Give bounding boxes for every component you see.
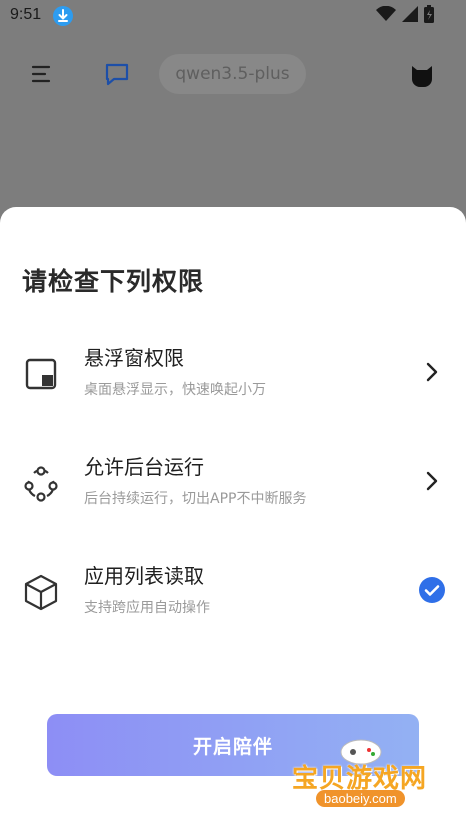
chevron-right-icon[interactable] [418, 467, 446, 495]
permission-item-floating-window[interactable]: 悬浮窗权限 桌面悬浮显示，快速唤起小万 [0, 342, 466, 422]
permission-description: 后台持续运行，切出APP不中断服务 [84, 491, 307, 507]
avatar-cat-icon[interactable] [408, 60, 436, 88]
permission-title: 悬浮窗权限 [84, 346, 184, 370]
permission-title: 应用列表读取 [84, 564, 204, 588]
permission-item-app-list[interactable]: 应用列表读取 支持跨应用自动操作 [0, 560, 466, 640]
permission-description: 支持跨应用自动操作 [84, 600, 210, 616]
chevron-right-icon[interactable] [418, 358, 446, 386]
app-list-cube-icon [22, 573, 60, 611]
sheet-title: 请检查下列权限 [22, 267, 205, 296]
download-icon [53, 6, 73, 26]
status-time: 9:51 [10, 6, 42, 23]
app-bar: qwen3.5-plus [0, 50, 466, 100]
watermark: 宝贝游戏网 baobeiy.com [286, 730, 436, 822]
wifi-icon [376, 5, 396, 26]
background-run-icon [22, 464, 60, 502]
model-selector[interactable]: qwen3.5-plus [159, 54, 306, 94]
signal-icon [402, 6, 418, 26]
watermark-url: baobeiy.com [316, 790, 405, 807]
floating-window-icon [22, 355, 60, 393]
permission-title: 允许后台运行 [84, 455, 204, 479]
chat-icon[interactable] [103, 60, 131, 88]
permission-description: 桌面悬浮显示，快速唤起小万 [84, 382, 266, 398]
status-icons [376, 5, 434, 27]
battery-charging-icon [424, 5, 434, 27]
menu-icon[interactable] [30, 62, 54, 86]
permission-item-background-run[interactable]: 允许后台运行 后台持续运行，切出APP不中断服务 [0, 451, 466, 531]
check-circle-icon [418, 576, 446, 604]
status-bar: 9:51 [0, 0, 466, 32]
